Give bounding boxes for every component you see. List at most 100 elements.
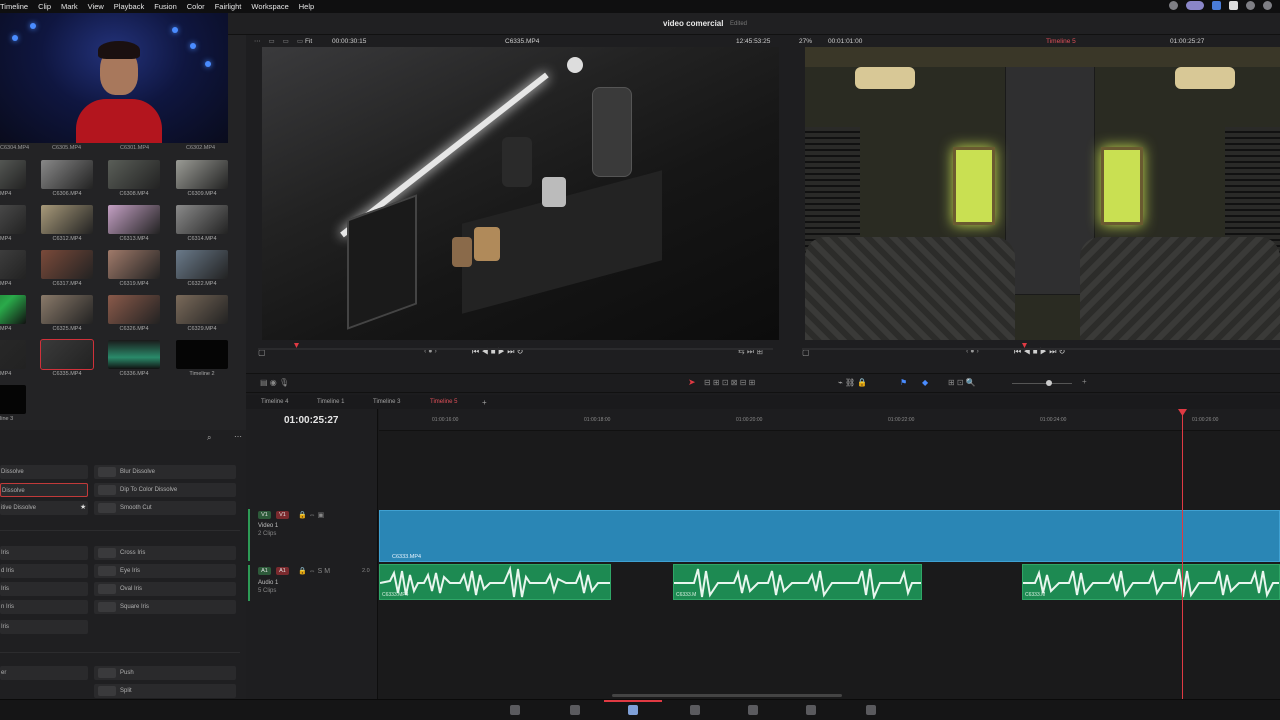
effect-item[interactable]: d Iris xyxy=(0,564,88,578)
effect-item[interactable]: Eye Iris xyxy=(94,564,236,578)
effect-item[interactable]: Cross Iris xyxy=(94,546,236,560)
timeline-scrollbar[interactable] xyxy=(612,694,842,697)
media-thumbnail[interactable] xyxy=(41,205,93,234)
a1-dest-badge[interactable]: A1 xyxy=(276,567,289,575)
menu-timeline[interactable]: Timeline xyxy=(0,2,28,11)
media-thumbnail[interactable] xyxy=(41,295,93,324)
timeline-playhead[interactable] xyxy=(1182,409,1183,699)
effect-item[interactable]: Iris xyxy=(0,546,88,560)
media-thumbnail[interactable] xyxy=(108,295,160,324)
effect-item[interactable]: er xyxy=(0,666,88,680)
edit-tools-icons[interactable]: ⊟ ⊞ ⊡ ⊠ ⊟ ⊞ xyxy=(704,378,755,387)
media-clip-label: C6325.MP4 xyxy=(52,326,82,332)
menu-help[interactable]: Help xyxy=(299,2,314,11)
media-thumbnail[interactable] xyxy=(0,250,26,279)
audio-clip[interactable]: C6333.M xyxy=(673,564,922,600)
effect-item[interactable]: Oval Iris xyxy=(94,582,236,596)
tab-timeline-1[interactable]: Timeline 1 xyxy=(317,397,344,408)
menu-view[interactable]: View xyxy=(88,2,104,11)
media-page-icon[interactable] xyxy=(510,705,520,715)
media-thumbnail[interactable] xyxy=(0,160,26,189)
favorite-star-icon[interactable]: ★ xyxy=(80,503,86,511)
media-thumbnail[interactable] xyxy=(176,340,228,369)
effect-item[interactable]: itive Dissolve xyxy=(0,501,88,515)
source-scrubber[interactable] xyxy=(258,348,773,350)
media-thumbnail[interactable] xyxy=(40,339,94,370)
media-thumbnail[interactable] xyxy=(108,250,160,279)
menu-mark[interactable]: Mark xyxy=(61,2,78,11)
user-badge-icon[interactable] xyxy=(1186,1,1204,10)
status-icons xyxy=(1169,1,1272,10)
tab-timeline-5[interactable]: Timeline 5 xyxy=(430,397,457,408)
media-thumbnail[interactable] xyxy=(41,250,93,279)
selection-tool-icon[interactable]: ➤ xyxy=(688,377,696,388)
audio-track-tools-icons[interactable]: 🔒 ⇔ S M xyxy=(298,567,330,575)
menu-clip[interactable]: Clip xyxy=(38,2,51,11)
more-icon[interactable]: ⋯ xyxy=(234,432,242,441)
media-thumbnail[interactable] xyxy=(41,160,93,189)
edit-page-icon[interactable] xyxy=(628,705,638,715)
fusion-page-icon[interactable] xyxy=(690,705,700,715)
media-thumbnail[interactable] xyxy=(176,205,228,234)
effect-item[interactable]: Smooth Cut xyxy=(94,501,236,515)
media-thumbnail[interactable] xyxy=(108,160,160,189)
media-thumbnail[interactable] xyxy=(0,205,26,234)
effect-item[interactable]: Push xyxy=(94,666,236,680)
media-clip-label: C6306.MP4 xyxy=(52,191,82,197)
media-thumbnail[interactable] xyxy=(176,250,228,279)
video-clip[interactable] xyxy=(379,510,1280,562)
media-thumbnail[interactable] xyxy=(0,295,26,324)
menu-playback[interactable]: Playback xyxy=(114,2,144,11)
flag-icon[interactable]: ⚑ xyxy=(900,378,907,387)
v1-dest-badge[interactable]: V1 xyxy=(276,511,289,519)
tab-timeline-3[interactable]: Timeline 3 xyxy=(373,397,400,408)
media-thumbnail[interactable] xyxy=(176,295,228,324)
effect-item[interactable]: Square Iris xyxy=(94,600,236,614)
deliver-page-icon[interactable] xyxy=(866,705,876,715)
cut-page-icon[interactable] xyxy=(570,705,580,715)
v1-source-badge[interactable]: V1 xyxy=(258,511,271,519)
color-page-icon[interactable] xyxy=(748,705,758,715)
menu-workspace[interactable]: Workspace xyxy=(251,2,288,11)
effect-item[interactable]: Iris xyxy=(0,582,88,596)
snapping-icons[interactable]: ⌁ ⛓ 🔒 xyxy=(838,378,867,387)
menu-color[interactable]: Color xyxy=(187,2,205,11)
effect-item[interactable]: Blur Dissolve xyxy=(94,465,236,479)
record-scrubber[interactable] xyxy=(802,348,1280,350)
youtube-icon[interactable] xyxy=(1229,1,1238,10)
audio-clip[interactable]: C6333.MP4 xyxy=(379,564,611,600)
toolbar-left-icons[interactable]: ▤ ◉ 🎙 xyxy=(260,378,289,387)
chrome-icon[interactable] xyxy=(1263,1,1272,10)
marker-icon[interactable]: ◆ xyxy=(922,378,928,387)
audio-clip[interactable]: C6333.M xyxy=(1022,564,1280,600)
effect-item[interactable]: Dip To Color Dissolve xyxy=(94,483,236,497)
timeline-ruler[interactable]: 01:00:16:00 01:00:18:00 01:00:20:00 01:0… xyxy=(379,409,1280,431)
grid-icon[interactable] xyxy=(1212,1,1221,10)
globe-icon[interactable] xyxy=(1246,1,1255,10)
effect-item[interactable]: Split xyxy=(94,684,236,698)
menu-fusion[interactable]: Fusion xyxy=(154,2,177,11)
fairlight-page-icon[interactable] xyxy=(806,705,816,715)
effect-item[interactable]: Iris xyxy=(0,620,88,634)
tab-timeline-4[interactable]: Timeline 4 xyxy=(261,397,288,408)
effect-item[interactable]: Dissolve xyxy=(0,483,88,497)
media-clip-label: C6309.MP4 xyxy=(187,191,217,197)
ellipsis-icon[interactable]: ⋯ xyxy=(254,37,261,49)
media-thumbnail[interactable] xyxy=(0,340,26,369)
media-thumbnail[interactable] xyxy=(108,340,160,369)
zoom-in-icon[interactable]: + xyxy=(1082,377,1087,386)
effect-item[interactable]: n Iris xyxy=(0,600,88,614)
zoom-slider-handle[interactable] xyxy=(1046,380,1052,386)
media-thumbnail[interactable] xyxy=(0,385,26,414)
zoom-icons[interactable]: ⊞ ⊡ 🔍 xyxy=(948,378,976,387)
control-center-icon[interactable] xyxy=(1169,1,1178,10)
media-thumbnail[interactable] xyxy=(176,160,228,189)
add-tab-button[interactable]: + xyxy=(482,397,487,408)
effect-item[interactable]: Dissolve xyxy=(0,465,88,479)
a1-source-badge[interactable]: A1 xyxy=(258,567,271,575)
menu-fairlight[interactable]: Fairlight xyxy=(215,2,242,11)
zoom-slider[interactable] xyxy=(1012,383,1072,384)
search-icon[interactable]: ⌕ xyxy=(207,433,211,443)
media-thumbnail[interactable] xyxy=(108,205,160,234)
track-tools-icons[interactable]: 🔒 ⇔ ▣ xyxy=(298,511,324,519)
